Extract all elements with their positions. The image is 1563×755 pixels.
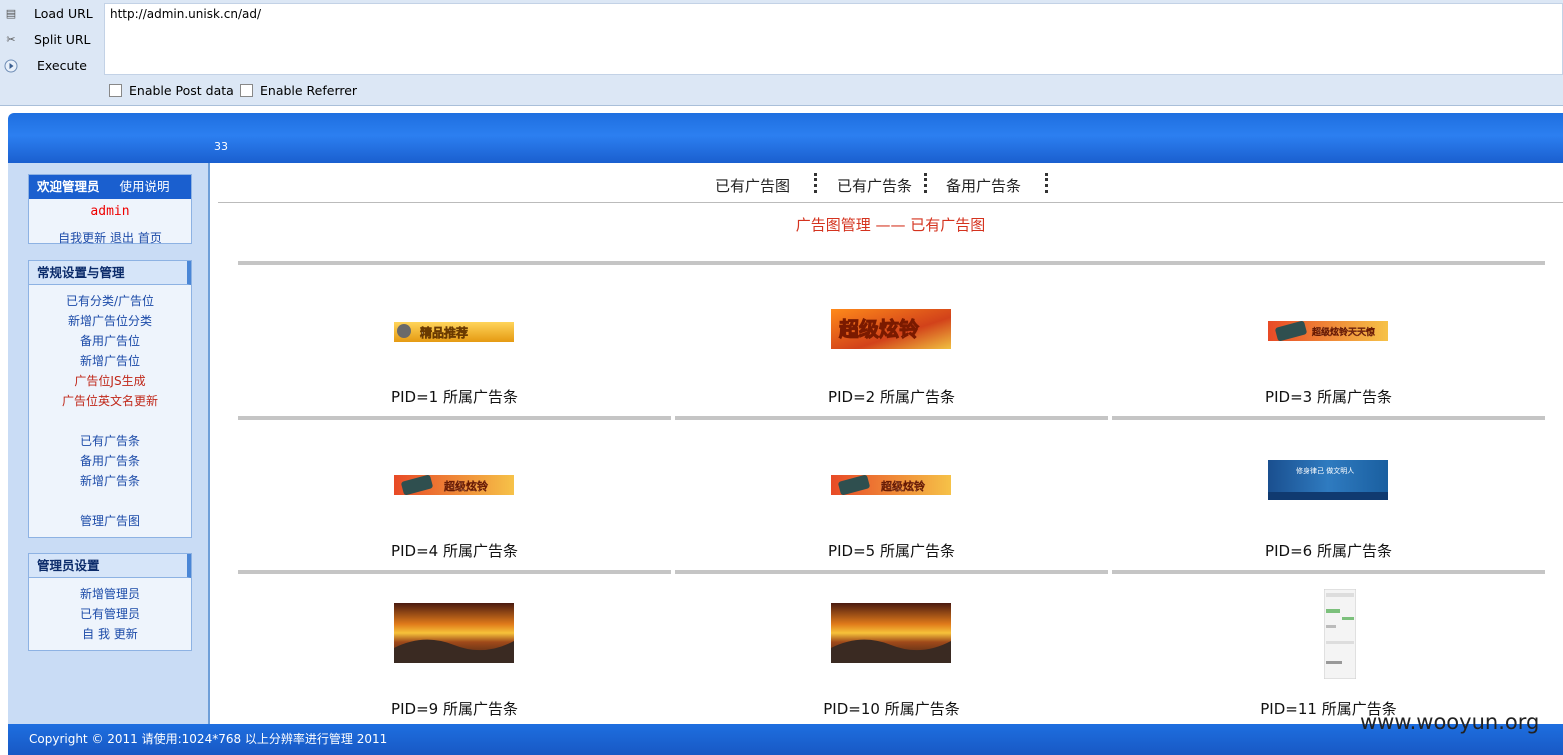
- ad-caption: PID=3 所属广告条: [1265, 388, 1392, 406]
- sidebar-item-add-admin[interactable]: 新增管理员: [29, 584, 191, 604]
- ad-caption: PID=6 所属广告条: [1265, 542, 1392, 560]
- admin-username: admin: [90, 204, 130, 219]
- load-url-button[interactable]: ▤ Load URL: [0, 2, 100, 26]
- load-url-icon: ▤: [5, 7, 17, 20]
- divider: [238, 416, 671, 420]
- ad-cell-pid-1: 精品推荐 PID=1 所属广告条: [238, 271, 671, 421]
- welcome-header: 欢迎管理员 使用说明: [29, 175, 191, 199]
- sidebar-item-backup-slot[interactable]: 备用广告位: [29, 331, 191, 351]
- execute-button[interactable]: Execute: [0, 54, 100, 78]
- svg-text:超级炫铃: 超级炫铃: [880, 479, 925, 493]
- banner-number: 33: [214, 140, 228, 153]
- svg-text:精品推荐: 精品推荐: [420, 325, 468, 340]
- ad-image-chaoji[interactable]: 超级炫铃: [831, 475, 951, 495]
- enable-referrer-checkbox[interactable]: Enable Referrer: [240, 83, 357, 98]
- ad-caption: PID=1 所属广告条: [391, 388, 518, 406]
- self-update-link[interactable]: 自我更新: [58, 231, 106, 245]
- url-textarea[interactable]: http://admin.unisk.cn/ad/: [104, 3, 1563, 75]
- split-url-button[interactable]: ✂ Split URL: [0, 28, 100, 52]
- enable-post-checkbox[interactable]: Enable Post data: [109, 83, 234, 98]
- welcome-title: 欢迎管理员: [37, 179, 100, 194]
- divider: [1112, 570, 1545, 574]
- referrer-checkbox-label: Enable Referrer: [260, 83, 358, 98]
- sidebar-item-add-bar[interactable]: 新增广告条: [29, 471, 191, 491]
- tab-separator: [814, 173, 817, 193]
- divider: [1112, 416, 1545, 420]
- sidebar-item-backup-bars[interactable]: 备用广告条: [29, 451, 191, 471]
- svg-text:修身律己 做文明人: 修身律己 做文明人: [1296, 466, 1354, 475]
- admin-settings-header: 管理员设置: [29, 554, 191, 578]
- tab-separator: [1045, 173, 1048, 193]
- tab-backup-bars[interactable]: 备用广告条: [946, 175, 1021, 196]
- url-text: http://admin.unisk.cn/ad/: [110, 7, 261, 21]
- general-settings-panel: 常规设置与管理 已有分类/广告位 新增广告位分类 备用广告位 新增广告位 广告位…: [28, 260, 192, 538]
- divider: [238, 261, 1545, 265]
- sidebar-item-add-category[interactable]: 新增广告位分类: [29, 311, 191, 331]
- ad-caption: PID=10 所属广告条: [823, 700, 960, 718]
- tab-bar: 已有广告图 已有广告条 备用广告条: [218, 163, 1563, 203]
- sidebar-item-admins[interactable]: 已有管理员: [29, 604, 191, 624]
- general-settings-header: 常规设置与管理: [29, 261, 191, 285]
- sidebar-item-self-update[interactable]: 自 我 更新: [29, 624, 191, 644]
- ad-image-sunset[interactable]: [831, 603, 951, 663]
- ad-image-wenming[interactable]: 修身律己 做文明人: [1268, 460, 1388, 500]
- top-banner: [8, 113, 1563, 163]
- ad-image-screenshot[interactable]: [1324, 589, 1356, 679]
- ad-caption: PID=2 所属广告条: [828, 388, 955, 406]
- ad-cell-pid-6: 修身律己 做文明人 PID=6 所属广告条: [1112, 425, 1545, 575]
- sidebar-item-js-generate[interactable]: 广告位JS生成: [29, 371, 191, 391]
- ad-cell-pid-5: 超级炫铃 PID=5 所属广告条: [675, 425, 1108, 575]
- ad-image-chaoji[interactable]: 超级炫铃: [394, 475, 514, 495]
- sidebar-item-ad-bars[interactable]: 已有广告条: [29, 431, 191, 451]
- help-link[interactable]: 使用说明: [120, 179, 170, 194]
- divider: [675, 416, 1108, 420]
- ad-image-chaoji-tiantian[interactable]: 超级炫铃天天惊: [1268, 321, 1388, 341]
- play-icon: [4, 59, 18, 73]
- page-title: 广告图管理 —— 已有广告图: [795, 216, 986, 234]
- admin-page: 33 欢迎管理员 使用说明 admin 自我更新 退出 首页 常规设置与管理 已有…: [0, 106, 1563, 755]
- ad-cell-pid-4: 超级炫铃 PID=4 所属广告条: [238, 425, 671, 575]
- watermark: www.wooyun.org: [1360, 710, 1540, 734]
- sidebar-item-categories[interactable]: 已有分类/广告位: [29, 291, 191, 311]
- sidebar-item-english-name[interactable]: 广告位英文名更新: [29, 391, 191, 411]
- tab-ad-images[interactable]: 已有广告图: [715, 175, 790, 196]
- ad-caption: PID=5 所属广告条: [828, 542, 955, 560]
- ad-cell-pid-11: PID=11 所属广告条: [1112, 579, 1545, 729]
- ad-caption: PID=4 所属广告条: [391, 542, 518, 560]
- post-checkbox-label: Enable Post data: [129, 83, 234, 98]
- ad-caption: PID=9 所属广告条: [391, 700, 518, 718]
- ad-cell-pid-3: 超级炫铃天天惊 PID=3 所属广告条: [1112, 271, 1545, 421]
- home-link[interactable]: 首页: [138, 231, 162, 245]
- ad-cell-pid-10: PID=10 所属广告条: [675, 579, 1108, 729]
- ad-image-jingpin[interactable]: 精品推荐: [394, 322, 514, 342]
- welcome-panel: 欢迎管理员 使用说明 admin 自我更新 退出 首页: [28, 174, 192, 245]
- scissors-icon: ✂: [6, 33, 16, 46]
- svg-text:超级炫铃天天惊: 超级炫铃天天惊: [1311, 326, 1375, 338]
- sidebar-item-add-slot[interactable]: 新增广告位: [29, 351, 191, 371]
- tab-ad-bars[interactable]: 已有广告条: [837, 175, 912, 196]
- sidebar: 欢迎管理员 使用说明 admin 自我更新 退出 首页 常规设置与管理 已有分类/…: [8, 163, 210, 726]
- ad-cell-pid-2: 超级炫铃 PID=2 所属广告条: [675, 271, 1108, 421]
- admin-settings-panel: 管理员设置 新增管理员 已有管理员 自 我 更新: [28, 553, 192, 651]
- sidebar-item-manage-images[interactable]: 管理广告图: [29, 511, 191, 531]
- hackbar-toolbar: ▤ Load URL ✂ Split URL Execute http://ad…: [0, 0, 1563, 106]
- ad-image-sunset[interactable]: [394, 603, 514, 663]
- logout-link[interactable]: 退出: [110, 231, 134, 245]
- main-content: 已有广告图 已有广告条 备用广告条 广告图管理 —— 已有广告图 精品推荐 PI…: [218, 163, 1563, 726]
- svg-text:超级炫铃: 超级炫铃: [838, 317, 919, 341]
- post-checkbox-box[interactable]: [109, 84, 122, 97]
- tab-separator: [924, 173, 927, 193]
- divider: [675, 570, 1108, 574]
- ad-cell-pid-9: PID=9 所属广告条: [238, 579, 671, 729]
- divider: [238, 570, 671, 574]
- ad-image-chaoji[interactable]: 超级炫铃: [831, 309, 951, 349]
- referrer-checkbox-box[interactable]: [240, 84, 253, 97]
- svg-text:超级炫铃: 超级炫铃: [443, 479, 488, 493]
- footer-copyright: Copyright © 2011 请使用:1024*768 以上分辨率进行管理 …: [8, 724, 1563, 755]
